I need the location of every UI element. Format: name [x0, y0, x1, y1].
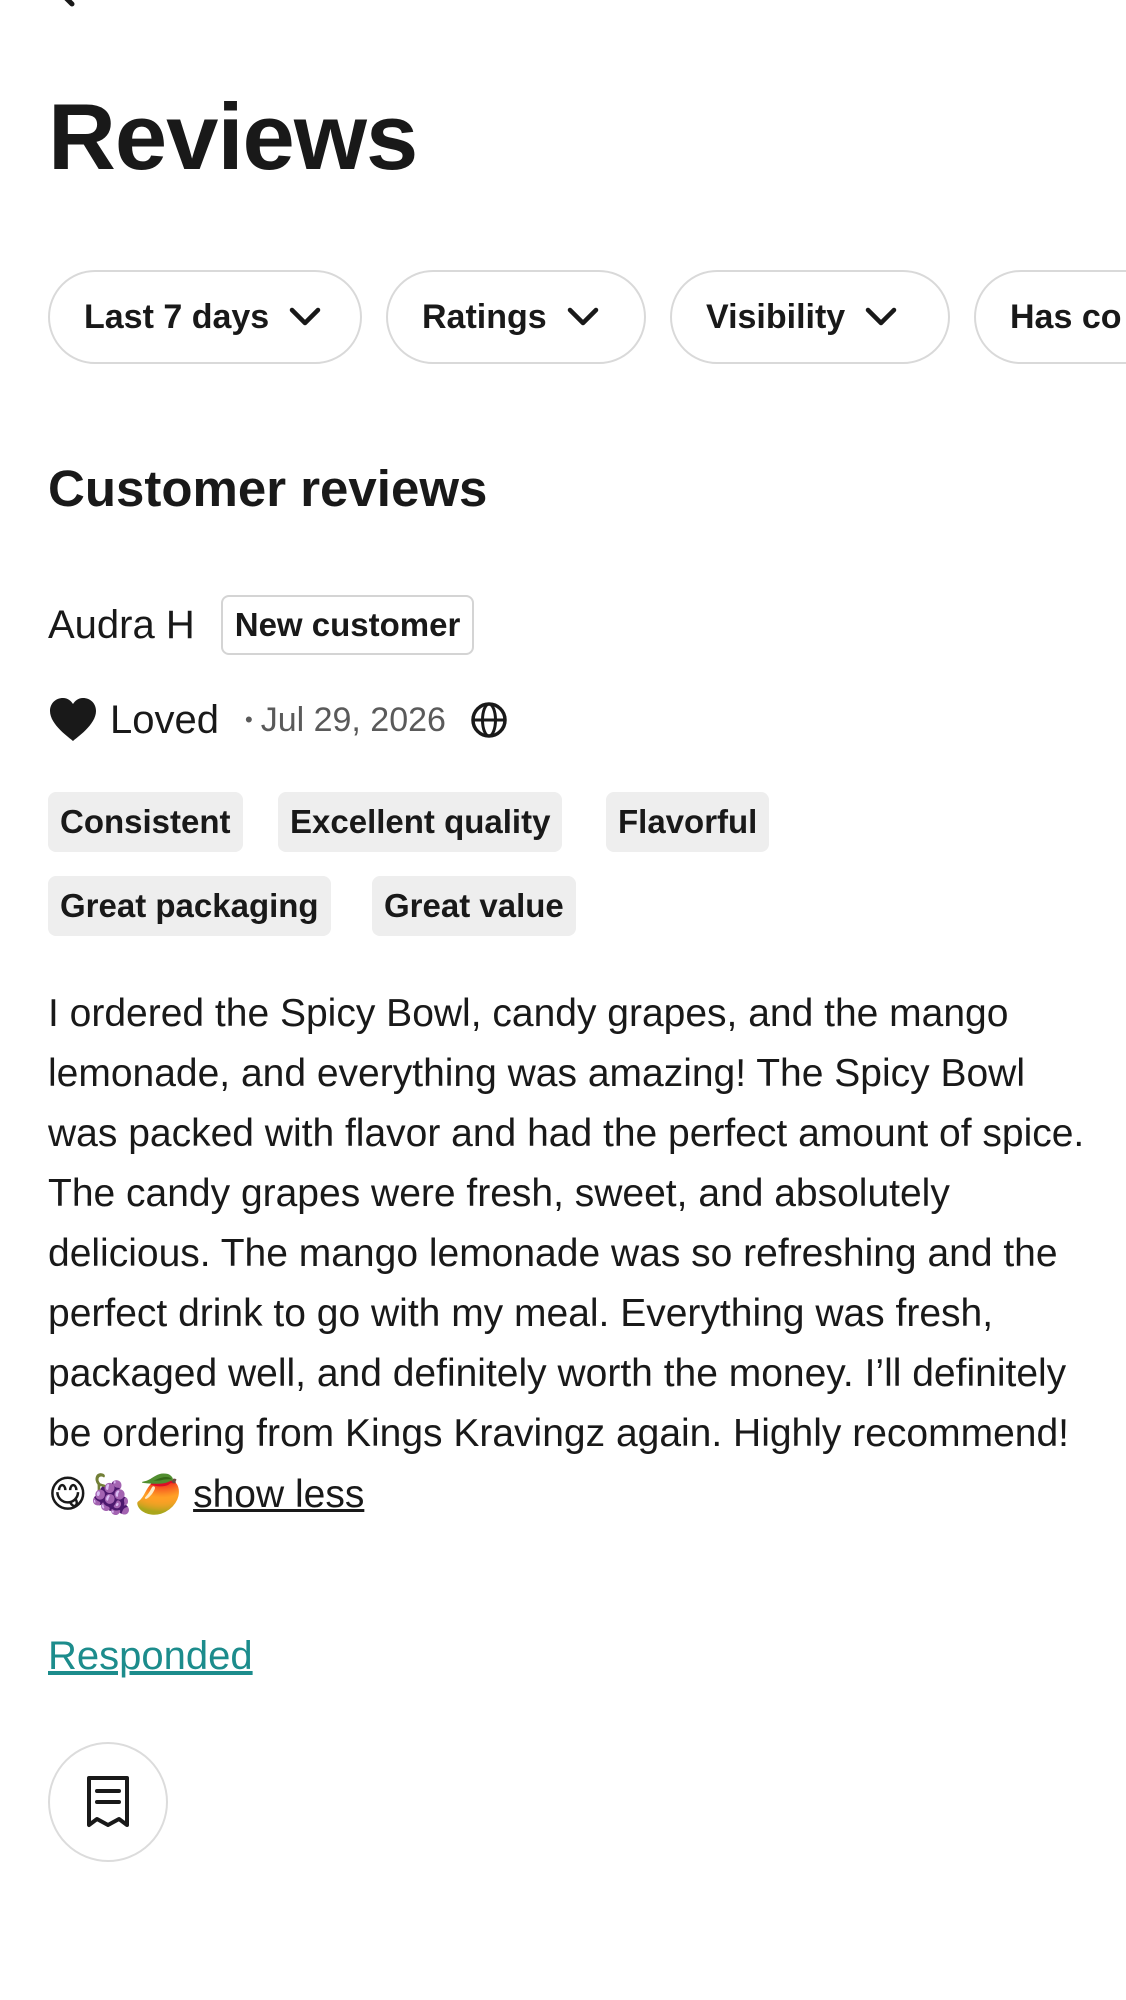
separator-dot: •	[244, 707, 253, 732]
chevron-down-icon	[289, 307, 321, 326]
receipt-icon	[87, 1776, 129, 1827]
filter-label: Has co	[1010, 297, 1122, 336]
filter-has-comments[interactable]: Has co	[974, 270, 1126, 364]
section-title: Customer reviews	[48, 460, 488, 517]
filter-label: Visibility	[706, 297, 846, 336]
review-text: I ordered the Spicy Bowl, candy grapes, …	[48, 984, 1088, 1525]
rating-label: Loved	[110, 697, 219, 742]
filter-ratings[interactable]: Ratings	[386, 270, 646, 364]
filter-last-7-days[interactable]: Last 7 days	[48, 270, 362, 364]
arrow-left-icon[interactable]	[46, 0, 116, 24]
chevron-down-icon	[865, 307, 897, 326]
filter-visibility[interactable]: Visibility	[670, 270, 950, 364]
filter-label: Last 7 days	[84, 297, 270, 336]
review-emojis: 😋🍇🥭	[48, 1472, 183, 1516]
page-title: Reviews	[48, 84, 418, 189]
view-order-button[interactable]	[48, 1742, 168, 1862]
review-body-text: I ordered the Spicy Bowl, candy grapes, …	[48, 992, 1085, 1455]
filter-label: Ratings	[422, 297, 547, 336]
chevron-down-icon	[567, 307, 598, 326]
tag: Great value	[372, 876, 576, 936]
responded-link[interactable]: Responded	[48, 1634, 253, 1679]
heart-icon	[50, 698, 96, 741]
reviewer-name: Audra H	[48, 602, 195, 647]
show-less-link[interactable]: show less	[193, 1473, 364, 1516]
review-date: Jul 29, 2026	[260, 700, 446, 739]
tag: Consistent	[48, 792, 243, 852]
globe-icon	[471, 702, 507, 738]
tag: Great packaging	[48, 876, 331, 936]
rating-row: Loved • Jul 29, 2026	[48, 690, 508, 750]
customer-badge: New customer	[220, 595, 475, 655]
tag: Flavorful	[606, 792, 770, 852]
filter-bar: Last 7 days Ratings Visibility Has co	[48, 270, 1126, 368]
tag: Excellent quality	[278, 792, 563, 852]
reviewer-header: Audra H New customer	[48, 594, 475, 656]
